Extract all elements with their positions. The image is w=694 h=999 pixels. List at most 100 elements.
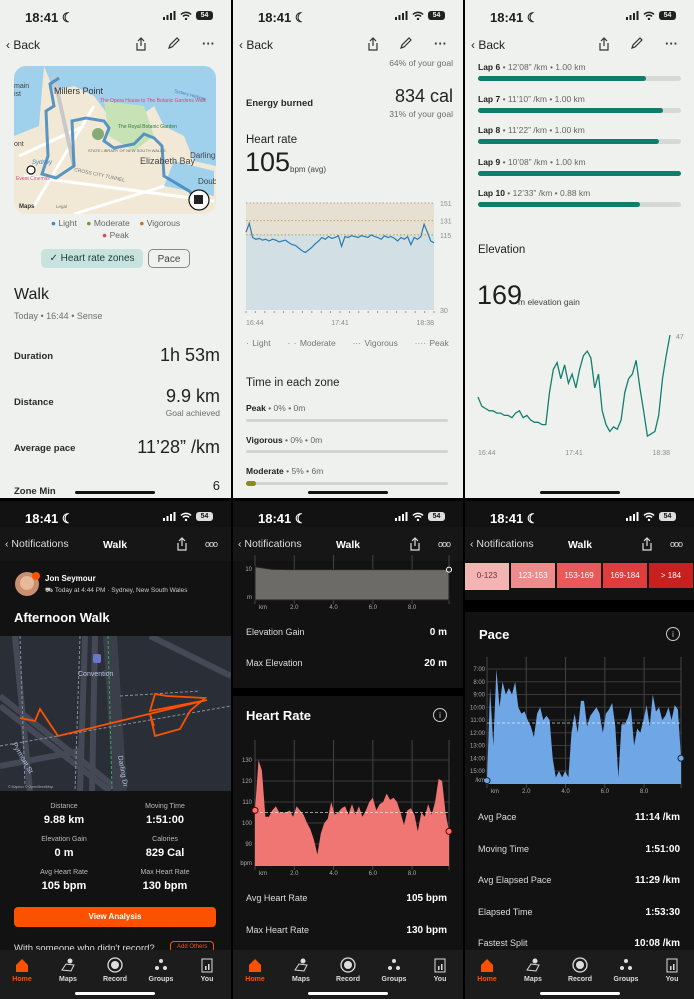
- zone-min-label: Zone Min: [14, 486, 56, 497]
- legal-link[interactable]: Legal: [56, 204, 67, 209]
- strava-overview-screen: 18:41 ☾ 54 ‹ Notifications Walk ooo Jon …: [0, 501, 231, 999]
- tab-home[interactable]: Home: [235, 950, 275, 983]
- status-time: 18:41 ☾: [258, 511, 307, 526]
- more-icon[interactable]: ···: [202, 36, 215, 51]
- stat-label: Avg Heart Rate: [40, 869, 88, 876]
- share-icon[interactable]: [176, 537, 188, 551]
- pace-chip[interactable]: Pace: [148, 249, 190, 268]
- map-label-millers-point: Millers Point: [54, 86, 104, 96]
- tab-maps[interactable]: Maps: [48, 950, 88, 983]
- x-tick-label: 8.0: [408, 605, 417, 611]
- hr-zone-tab[interactable]: > 184: [649, 563, 693, 588]
- home-indicator[interactable]: [75, 992, 155, 995]
- pencil-icon[interactable]: [630, 37, 643, 50]
- heart-rate-chart: 151 131 115 30 16:44 17:41 18:38: [245, 201, 452, 327]
- info-icon[interactable]: i: [433, 708, 447, 722]
- x-axis-label: km: [491, 789, 499, 795]
- share-icon[interactable]: [598, 37, 610, 51]
- end-marker[interactable]: [445, 827, 453, 835]
- back-button[interactable]: ‹ Back: [471, 38, 505, 52]
- home-indicator[interactable]: [308, 992, 388, 995]
- home-indicator[interactable]: [540, 992, 620, 995]
- energy-value: 834 cal: [394, 86, 453, 106]
- tab-record[interactable]: Record: [95, 950, 135, 983]
- signal-icon: [395, 11, 408, 20]
- route-map[interactable]: Millers Point The Opera House to The Bot…: [14, 66, 216, 214]
- avg-heart-rate-value: 105 bpm: [406, 893, 447, 904]
- elevation-chart: km 2.0 4.0 6.0 8.0 10 m: [245, 555, 452, 611]
- elevation-gain-value: 169: [477, 280, 523, 310]
- legend-moderate: ● Moderate: [86, 218, 130, 228]
- x-tick-label: 18:38: [416, 320, 434, 327]
- info-icon[interactable]: i: [666, 627, 680, 641]
- hr-zone-tab[interactable]: 153-169: [557, 563, 601, 588]
- back-button[interactable]: ‹ Notifications: [470, 538, 534, 550]
- share-icon[interactable]: [367, 37, 379, 51]
- share-icon[interactable]: [409, 537, 421, 551]
- elevation-gain-label: Elevation Gain: [246, 627, 305, 637]
- tab-home[interactable]: Home: [2, 950, 42, 983]
- x-axis-label: km: [259, 871, 267, 877]
- lap-label: Lap 10 • 12’33” /km • 0.88 km: [478, 188, 591, 198]
- x-tick-label: 8.0: [408, 871, 417, 877]
- tab-groups[interactable]: Groups: [141, 950, 181, 983]
- athlete-name[interactable]: Jon Seymour: [45, 574, 96, 583]
- back-button[interactable]: ‹ Notifications: [238, 538, 302, 550]
- battery-icon: 54: [428, 11, 445, 20]
- share-icon[interactable]: [135, 37, 147, 51]
- tab-record[interactable]: Record: [560, 950, 600, 983]
- view-analysis-button[interactable]: View Analysis: [14, 907, 216, 927]
- tab-record[interactable]: Record: [328, 950, 368, 983]
- home-indicator[interactable]: [75, 491, 155, 494]
- end-marker[interactable]: [677, 754, 685, 762]
- back-button[interactable]: ‹ Back: [239, 38, 273, 52]
- home-icon: [2, 954, 42, 976]
- map-credit[interactable]: © Mapbox © OpenStreetMap: [8, 785, 53, 789]
- heart-rate-zones-chip[interactable]: ✓ Heart rate zones: [41, 249, 143, 268]
- legend-light: ● Light: [50, 218, 77, 228]
- hr-zone-tab[interactable]: 169-184: [603, 563, 647, 588]
- x-tick-label: 4.0: [561, 789, 570, 795]
- tab-label: Record: [567, 976, 593, 983]
- tab-you[interactable]: You: [652, 950, 692, 983]
- map-label-cinemas: Event Cinemas: [16, 176, 50, 182]
- expand-map-icon[interactable]: [188, 189, 210, 211]
- map-label-sydney: Sydney: [32, 160, 53, 166]
- home-indicator[interactable]: [540, 491, 620, 494]
- more-icon[interactable]: ooo: [205, 539, 218, 549]
- back-button[interactable]: ‹ Notifications: [5, 538, 69, 550]
- stat-value: 0 m: [54, 847, 74, 859]
- record-icon: [95, 954, 135, 976]
- status-icons: 54: [626, 512, 676, 521]
- tab-home[interactable]: Home: [467, 950, 507, 983]
- tab-label: Home: [245, 976, 265, 983]
- back-button[interactable]: ‹ Back: [6, 38, 40, 52]
- avatar[interactable]: [14, 571, 40, 597]
- more-icon[interactable]: ···: [665, 36, 678, 51]
- start-marker[interactable]: [251, 806, 259, 814]
- more-icon[interactable]: ···: [434, 36, 447, 51]
- lap-progress-bar: [478, 76, 681, 81]
- y-tick-label: 90: [245, 842, 252, 848]
- route-map[interactable]: Convention Pyrmont St Darling Dr © Mapbo…: [0, 636, 231, 791]
- tab-maps[interactable]: Maps: [513, 950, 553, 983]
- tab-you[interactable]: You: [187, 950, 227, 983]
- lap-label: Lap 7 • 11’10” /km • 1.00 km: [478, 93, 585, 104]
- home-indicator[interactable]: [308, 491, 388, 494]
- tab-you[interactable]: You: [420, 950, 460, 983]
- tab-groups[interactable]: Groups: [606, 950, 646, 983]
- you-icon: [187, 954, 227, 976]
- more-icon[interactable]: ooo: [438, 539, 451, 549]
- hr-zone-tab[interactable]: 0-123: [465, 563, 509, 590]
- more-icon[interactable]: ooo: [670, 539, 683, 549]
- pencil-icon[interactable]: [399, 37, 412, 50]
- y-tick-label: 30: [440, 308, 448, 315]
- elevation-gain-unit: m elevation gain: [518, 297, 580, 307]
- stat-label: Moving Time: [145, 803, 185, 810]
- tab-maps[interactable]: Maps: [281, 950, 321, 983]
- share-icon[interactable]: [641, 537, 653, 551]
- distance-note: Goal achieved: [165, 408, 220, 418]
- hr-zone-tab[interactable]: 123-153: [511, 563, 555, 588]
- tab-groups[interactable]: Groups: [374, 950, 414, 983]
- pencil-icon[interactable]: [167, 37, 180, 50]
